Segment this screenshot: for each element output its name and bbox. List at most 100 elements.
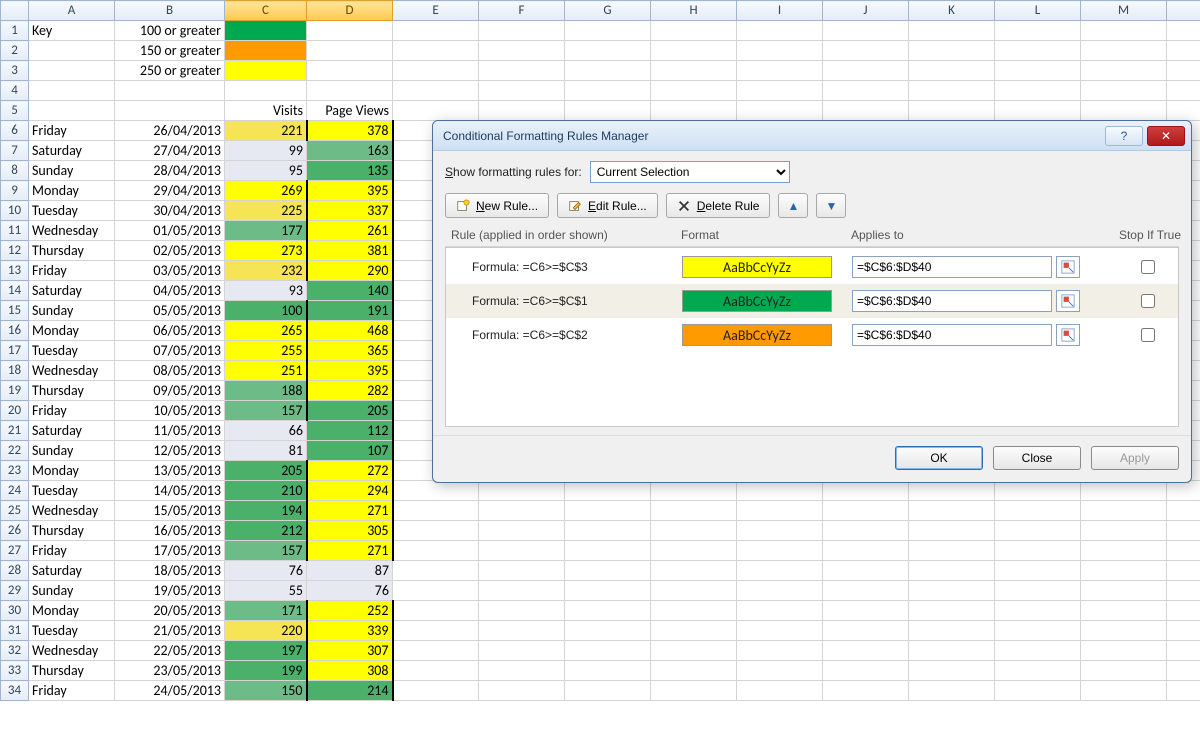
cell[interactable] (393, 481, 479, 501)
cell[interactable]: Sunday (29, 581, 115, 601)
row-header-13[interactable]: 13 (1, 261, 29, 281)
col-header-M[interactable]: M (1081, 1, 1167, 21)
cell[interactable] (995, 21, 1081, 41)
cell[interactable] (565, 641, 651, 661)
stop-if-true-checkbox[interactable] (1141, 294, 1155, 308)
row-header-20[interactable]: 20 (1, 401, 29, 421)
cell[interactable] (1081, 541, 1167, 561)
cell[interactable]: Visits (225, 101, 307, 121)
cell[interactable]: 135 (307, 161, 393, 181)
row-header-26[interactable]: 26 (1, 521, 29, 541)
cell[interactable] (115, 81, 225, 101)
cell[interactable]: 04/05/2013 (115, 281, 225, 301)
cell[interactable] (909, 481, 995, 501)
rule-row[interactable]: Formula: =C6>=$C$2 AaBbCcYyZz (446, 318, 1178, 352)
cell[interactable] (995, 681, 1081, 701)
cell[interactable] (823, 541, 909, 561)
cell[interactable] (823, 61, 909, 81)
cell[interactable] (995, 661, 1081, 681)
close-x-button[interactable]: ✕ (1147, 126, 1185, 146)
cell[interactable] (823, 581, 909, 601)
cell[interactable] (651, 81, 737, 101)
cell[interactable]: 28/04/2013 (115, 161, 225, 181)
row-header-30[interactable]: 30 (1, 601, 29, 621)
cell[interactable]: Sunday (29, 161, 115, 181)
cell[interactable] (995, 41, 1081, 61)
cell[interactable] (393, 641, 479, 661)
cell[interactable]: 81 (225, 441, 307, 461)
cell[interactable]: 307 (307, 641, 393, 661)
key-swatch[interactable] (225, 61, 307, 81)
cell[interactable] (995, 621, 1081, 641)
cell[interactable] (393, 41, 479, 61)
cell[interactable] (737, 101, 823, 121)
cell[interactable] (737, 81, 823, 101)
cell[interactable] (565, 21, 651, 41)
cell[interactable] (1081, 521, 1167, 541)
cell[interactable]: 23/05/2013 (115, 661, 225, 681)
cell[interactable] (995, 541, 1081, 561)
ok-button[interactable]: OK (895, 446, 983, 470)
cell[interactable] (479, 61, 565, 81)
cell[interactable] (1167, 561, 1200, 581)
cell[interactable]: 100 (225, 301, 307, 321)
cell[interactable] (651, 601, 737, 621)
cell[interactable] (823, 81, 909, 101)
cell[interactable] (393, 541, 479, 561)
dialog-titlebar[interactable]: Conditional Formatting Rules Manager ? ✕ (433, 121, 1191, 151)
cell[interactable] (565, 521, 651, 541)
rule-row[interactable]: Formula: =C6>=$C$1 AaBbCcYyZz (446, 284, 1178, 318)
cell[interactable]: 16/05/2013 (115, 521, 225, 541)
cell[interactable]: Tuesday (29, 621, 115, 641)
cell[interactable] (651, 641, 737, 661)
cell[interactable] (823, 621, 909, 641)
cell[interactable] (393, 101, 479, 121)
cell[interactable] (1167, 661, 1200, 681)
cell[interactable] (909, 41, 995, 61)
cell[interactable]: 290 (307, 261, 393, 281)
cell[interactable]: 20/05/2013 (115, 601, 225, 621)
cell[interactable] (737, 581, 823, 601)
cell[interactable]: 19/05/2013 (115, 581, 225, 601)
cell[interactable]: 55 (225, 581, 307, 601)
cell[interactable]: 395 (307, 181, 393, 201)
cell[interactable]: Friday (29, 121, 115, 141)
cell[interactable] (737, 561, 823, 581)
cell[interactable] (1081, 41, 1167, 61)
cell[interactable] (1081, 621, 1167, 641)
col-header-C[interactable]: C (225, 1, 307, 21)
cell[interactable] (737, 21, 823, 41)
apply-button[interactable]: Apply (1091, 446, 1179, 470)
cell[interactable] (1167, 481, 1200, 501)
col-header-I[interactable]: I (737, 1, 823, 21)
row-header-6[interactable]: 6 (1, 121, 29, 141)
cell[interactable]: 07/05/2013 (115, 341, 225, 361)
cell[interactable] (909, 641, 995, 661)
cell[interactable] (823, 481, 909, 501)
cell[interactable] (1167, 681, 1200, 701)
row-header-11[interactable]: 11 (1, 221, 29, 241)
cell[interactable] (651, 501, 737, 521)
cell[interactable] (995, 641, 1081, 661)
cell[interactable]: Wednesday (29, 221, 115, 241)
row-header-12[interactable]: 12 (1, 241, 29, 261)
stop-if-true-checkbox[interactable] (1141, 328, 1155, 342)
cell[interactable] (479, 41, 565, 61)
col-header-D[interactable]: D (307, 1, 393, 21)
cell[interactable]: 337 (307, 201, 393, 221)
cell[interactable] (823, 501, 909, 521)
cell[interactable] (29, 101, 115, 121)
cell[interactable] (651, 581, 737, 601)
cell[interactable]: 468 (307, 321, 393, 341)
cell[interactable] (823, 681, 909, 701)
cell[interactable]: Friday (29, 401, 115, 421)
cell[interactable] (393, 81, 479, 101)
cell[interactable] (823, 661, 909, 681)
cell[interactable]: 24/05/2013 (115, 681, 225, 701)
cell[interactable]: 95 (225, 161, 307, 181)
cell[interactable] (565, 601, 651, 621)
cell[interactable]: Thursday (29, 241, 115, 261)
cell[interactable] (1167, 581, 1200, 601)
row-header-29[interactable]: 29 (1, 581, 29, 601)
cell[interactable]: 150 or greater (115, 41, 225, 61)
